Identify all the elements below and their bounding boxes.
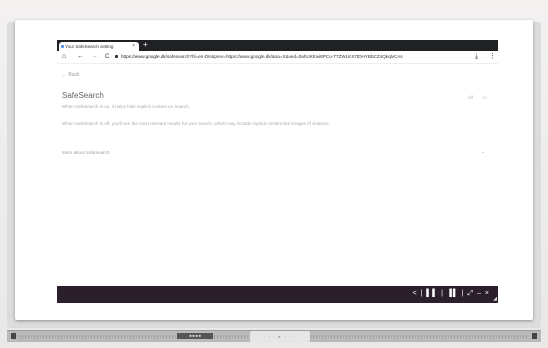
url-path: /safesearch?hl=en-DK&prev=https://www.go… xyxy=(165,54,403,59)
chevron-down-icon[interactable]: ⌄ xyxy=(481,149,485,155)
system-navigation-bar: < | ▌▌ | ▐▌ | ⤢ – × ◢ xyxy=(57,286,498,303)
lock-icon xyxy=(115,55,118,58)
tab-close-icon[interactable]: × xyxy=(132,42,135,51)
more-about-safesearch[interactable]: More about SafeSearch xyxy=(62,150,110,155)
menu-icon[interactable]: ⋮ xyxy=(489,52,496,62)
tab-title: Your SafeSearch setting xyxy=(65,44,114,49)
new-tab-button[interactable]: + xyxy=(143,40,148,50)
google-favicon-icon xyxy=(61,45,64,48)
safesearch-on-description: When SafeSearch is on, it helps hide exp… xyxy=(62,104,190,109)
display-tray: ■ ■ ■ ■ ◦ ◦ ◦ ► ◦ ◦ ◦ xyxy=(7,330,541,342)
safesearch-off-description: When SafeSearch is off, you'll see the m… xyxy=(62,121,330,126)
back-link[interactable]: ← Back xyxy=(62,72,80,78)
forward-icon[interactable]: → xyxy=(91,52,98,62)
tab-safesearch[interactable]: Your SafeSearch setting × xyxy=(59,42,139,51)
page-title: SafeSearch xyxy=(62,91,104,100)
safesearch-on-option[interactable]: on xyxy=(482,95,487,100)
download-icon[interactable]: ⤓ xyxy=(475,52,478,62)
corner-icon: ◢ xyxy=(493,296,497,302)
url-host: https://www.google.dk xyxy=(121,54,166,59)
tray-control-panel[interactable]: ◦ ◦ ◦ ► ◦ ◦ ◦ xyxy=(250,331,310,342)
safesearch-off-option[interactable]: off xyxy=(468,95,473,100)
tray-marker-left xyxy=(11,333,16,339)
browser-toolbar: ⌂ ← → C https://www.google.dk/safesearch… xyxy=(57,51,498,64)
tray-marker-right xyxy=(532,333,537,339)
browser-window: Your SafeSearch setting × + ⌂ ← → C http… xyxy=(57,40,498,303)
tray-label: ■ ■ ■ ■ xyxy=(177,333,213,339)
system-controls[interactable]: < | ▌▌ | ▐▌ | ⤢ – × xyxy=(412,290,490,298)
tab-bar: Your SafeSearch setting × + xyxy=(57,40,498,51)
home-icon[interactable]: ⌂ xyxy=(62,52,66,62)
back-icon[interactable]: ← xyxy=(77,52,84,62)
address-bar[interactable]: https://www.google.dk/safesearch?hl=en-D… xyxy=(121,53,451,61)
reload-icon[interactable]: C xyxy=(105,52,109,62)
